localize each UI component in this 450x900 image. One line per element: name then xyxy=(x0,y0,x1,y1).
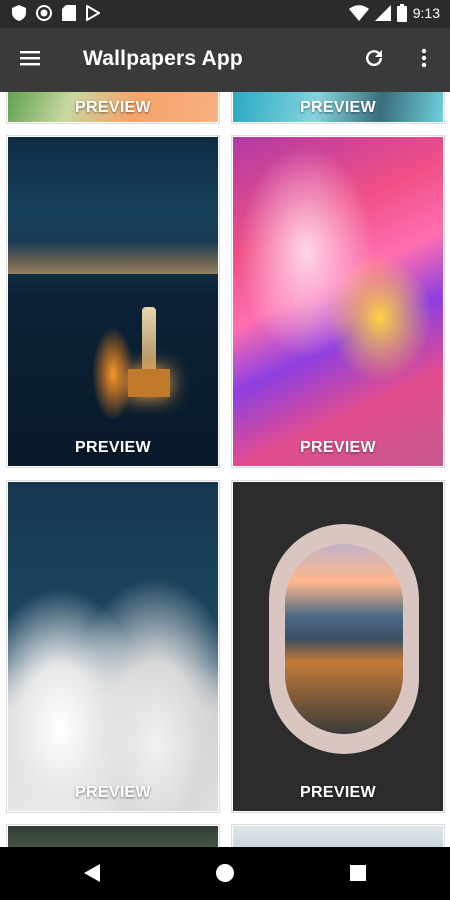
more-vert-icon xyxy=(421,48,427,68)
wallpaper-thumbnail xyxy=(8,482,218,811)
airplane-window-view xyxy=(285,544,403,734)
preview-label: PREVIEW xyxy=(75,439,151,456)
home-button[interactable] xyxy=(215,863,235,888)
wallpaper-thumbnail xyxy=(233,137,443,466)
sd-card-icon xyxy=(62,5,76,21)
menu-icon xyxy=(20,51,40,66)
city-skyline xyxy=(8,242,218,274)
wallpaper-card[interactable]: PREVIEW xyxy=(6,92,220,124)
back-button[interactable] xyxy=(82,863,102,888)
menu-button[interactable] xyxy=(18,46,48,74)
refresh-button[interactable] xyxy=(362,46,390,74)
recents-button[interactable] xyxy=(349,864,367,887)
more-options-button[interactable] xyxy=(412,46,436,74)
status-bar-left-icons xyxy=(12,5,100,21)
signal-icon xyxy=(374,5,391,21)
wallpaper-thumbnail xyxy=(8,137,218,466)
wallpaper-card[interactable]: PREVIEW xyxy=(231,480,445,813)
wallpaper-card[interactable]: PREVIEW xyxy=(231,135,445,468)
wallpaper-card[interactable] xyxy=(6,824,220,847)
navigation-bar xyxy=(0,847,450,900)
wifi-icon xyxy=(348,5,369,21)
status-bar: 9:13 xyxy=(0,0,450,28)
wallpaper-card[interactable]: PREVIEW xyxy=(231,92,445,124)
wallpaper-grid: PREVIEW PREVIEW PREVIEW PREVIEW PREVIEW … xyxy=(0,92,450,847)
refresh-icon xyxy=(366,50,383,67)
home-icon xyxy=(216,864,234,882)
statue-base xyxy=(128,369,170,397)
battery-icon xyxy=(396,4,407,22)
wallpaper-card[interactable]: PREVIEW xyxy=(6,135,220,468)
wallpaper-card[interactable] xyxy=(231,824,445,847)
preview-label: PREVIEW xyxy=(300,439,376,456)
recents-icon xyxy=(350,865,366,881)
preview-label: PREVIEW xyxy=(300,99,376,116)
wallpaper-thumbnail xyxy=(233,826,443,847)
wallpaper-card[interactable]: PREVIEW xyxy=(6,480,220,813)
status-time: 9:13 xyxy=(412,5,440,21)
app-bar: Wallpapers App xyxy=(0,28,450,92)
record-icon xyxy=(36,5,52,21)
wallpaper-thumbnail xyxy=(8,826,218,847)
play-store-icon xyxy=(86,5,100,21)
preview-label: PREVIEW xyxy=(300,784,376,801)
wallpaper-thumbnail xyxy=(233,482,443,811)
app-title: Wallpapers App xyxy=(83,47,243,70)
preview-label: PREVIEW xyxy=(75,99,151,116)
back-icon xyxy=(84,864,100,882)
status-bar-right-icons: 9:13 xyxy=(348,4,440,22)
shield-icon xyxy=(12,5,26,21)
preview-label: PREVIEW xyxy=(75,784,151,801)
